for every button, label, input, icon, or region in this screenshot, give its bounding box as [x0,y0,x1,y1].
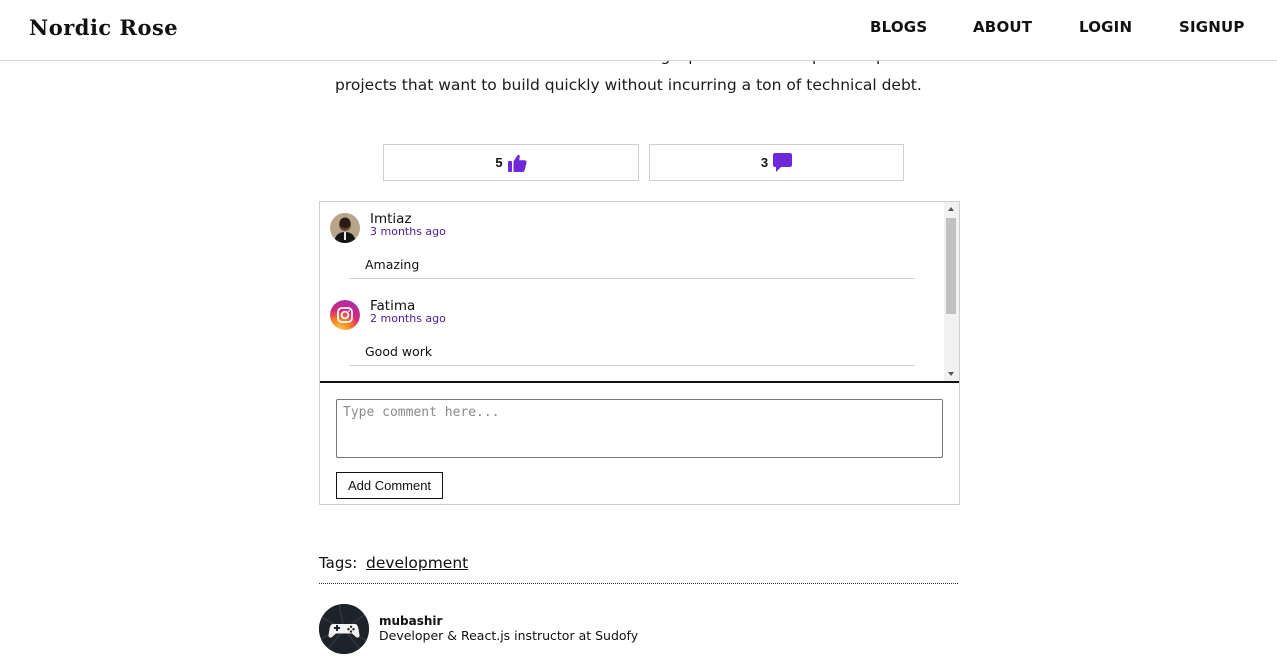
tags-label: Tags: [319,554,358,572]
user-photo-avatar [330,213,360,243]
scroll-down-arrow-icon[interactable] [948,372,954,376]
gamepad-icon[interactable] [319,604,369,654]
comment-list-scrollbar[interactable] [944,202,959,381]
comment-time: 2 months ago [370,312,446,325]
author-bio: Developer & React.js instructor at Sudof… [379,628,639,643]
nav-blogs[interactable]: BLOGS [870,18,927,36]
comment-text: Amazing [365,257,420,272]
comment-divider [349,365,915,366]
comment-count: 3 [760,155,769,170]
comment-text: Good work [365,344,433,359]
comment-bubble-icon [773,153,793,172]
comment-list[interactable]: Imtiaz 3 months ago Amazing Fatima 2 mon… [320,202,959,383]
comment-divider [349,278,915,279]
comments-panel: Imtiaz 3 months ago Amazing Fatima 2 mon… [319,201,960,505]
tag-link[interactable]: development [366,554,468,572]
add-comment-button[interactable]: Add Comment [336,472,443,499]
scroll-up-arrow-icon[interactable] [948,207,954,211]
nav-about[interactable]: ABOUT [973,18,1032,36]
like-button[interactable]: 5 [383,144,639,181]
author-name[interactable]: mubashir [379,614,442,628]
site-header: Nordic Rose BLOGS ABOUT LOGIN SIGNUP [0,0,1277,61]
comments-button[interactable]: 3 [649,144,904,181]
nav-login[interactable]: LOGIN [1079,18,1132,36]
scrollbar-thumb[interactable] [946,218,956,314]
tags-row: Tags: development [319,554,958,584]
instagram-logo-icon [330,300,360,330]
comment-input[interactable] [336,399,943,458]
nav-signup[interactable]: SIGNUP [1179,18,1245,36]
comment-time: 3 months ago [370,225,446,238]
like-count: 5 [495,155,503,170]
site-logo[interactable]: Nordic Rose [29,15,178,40]
thumbs-up-icon [507,154,527,172]
